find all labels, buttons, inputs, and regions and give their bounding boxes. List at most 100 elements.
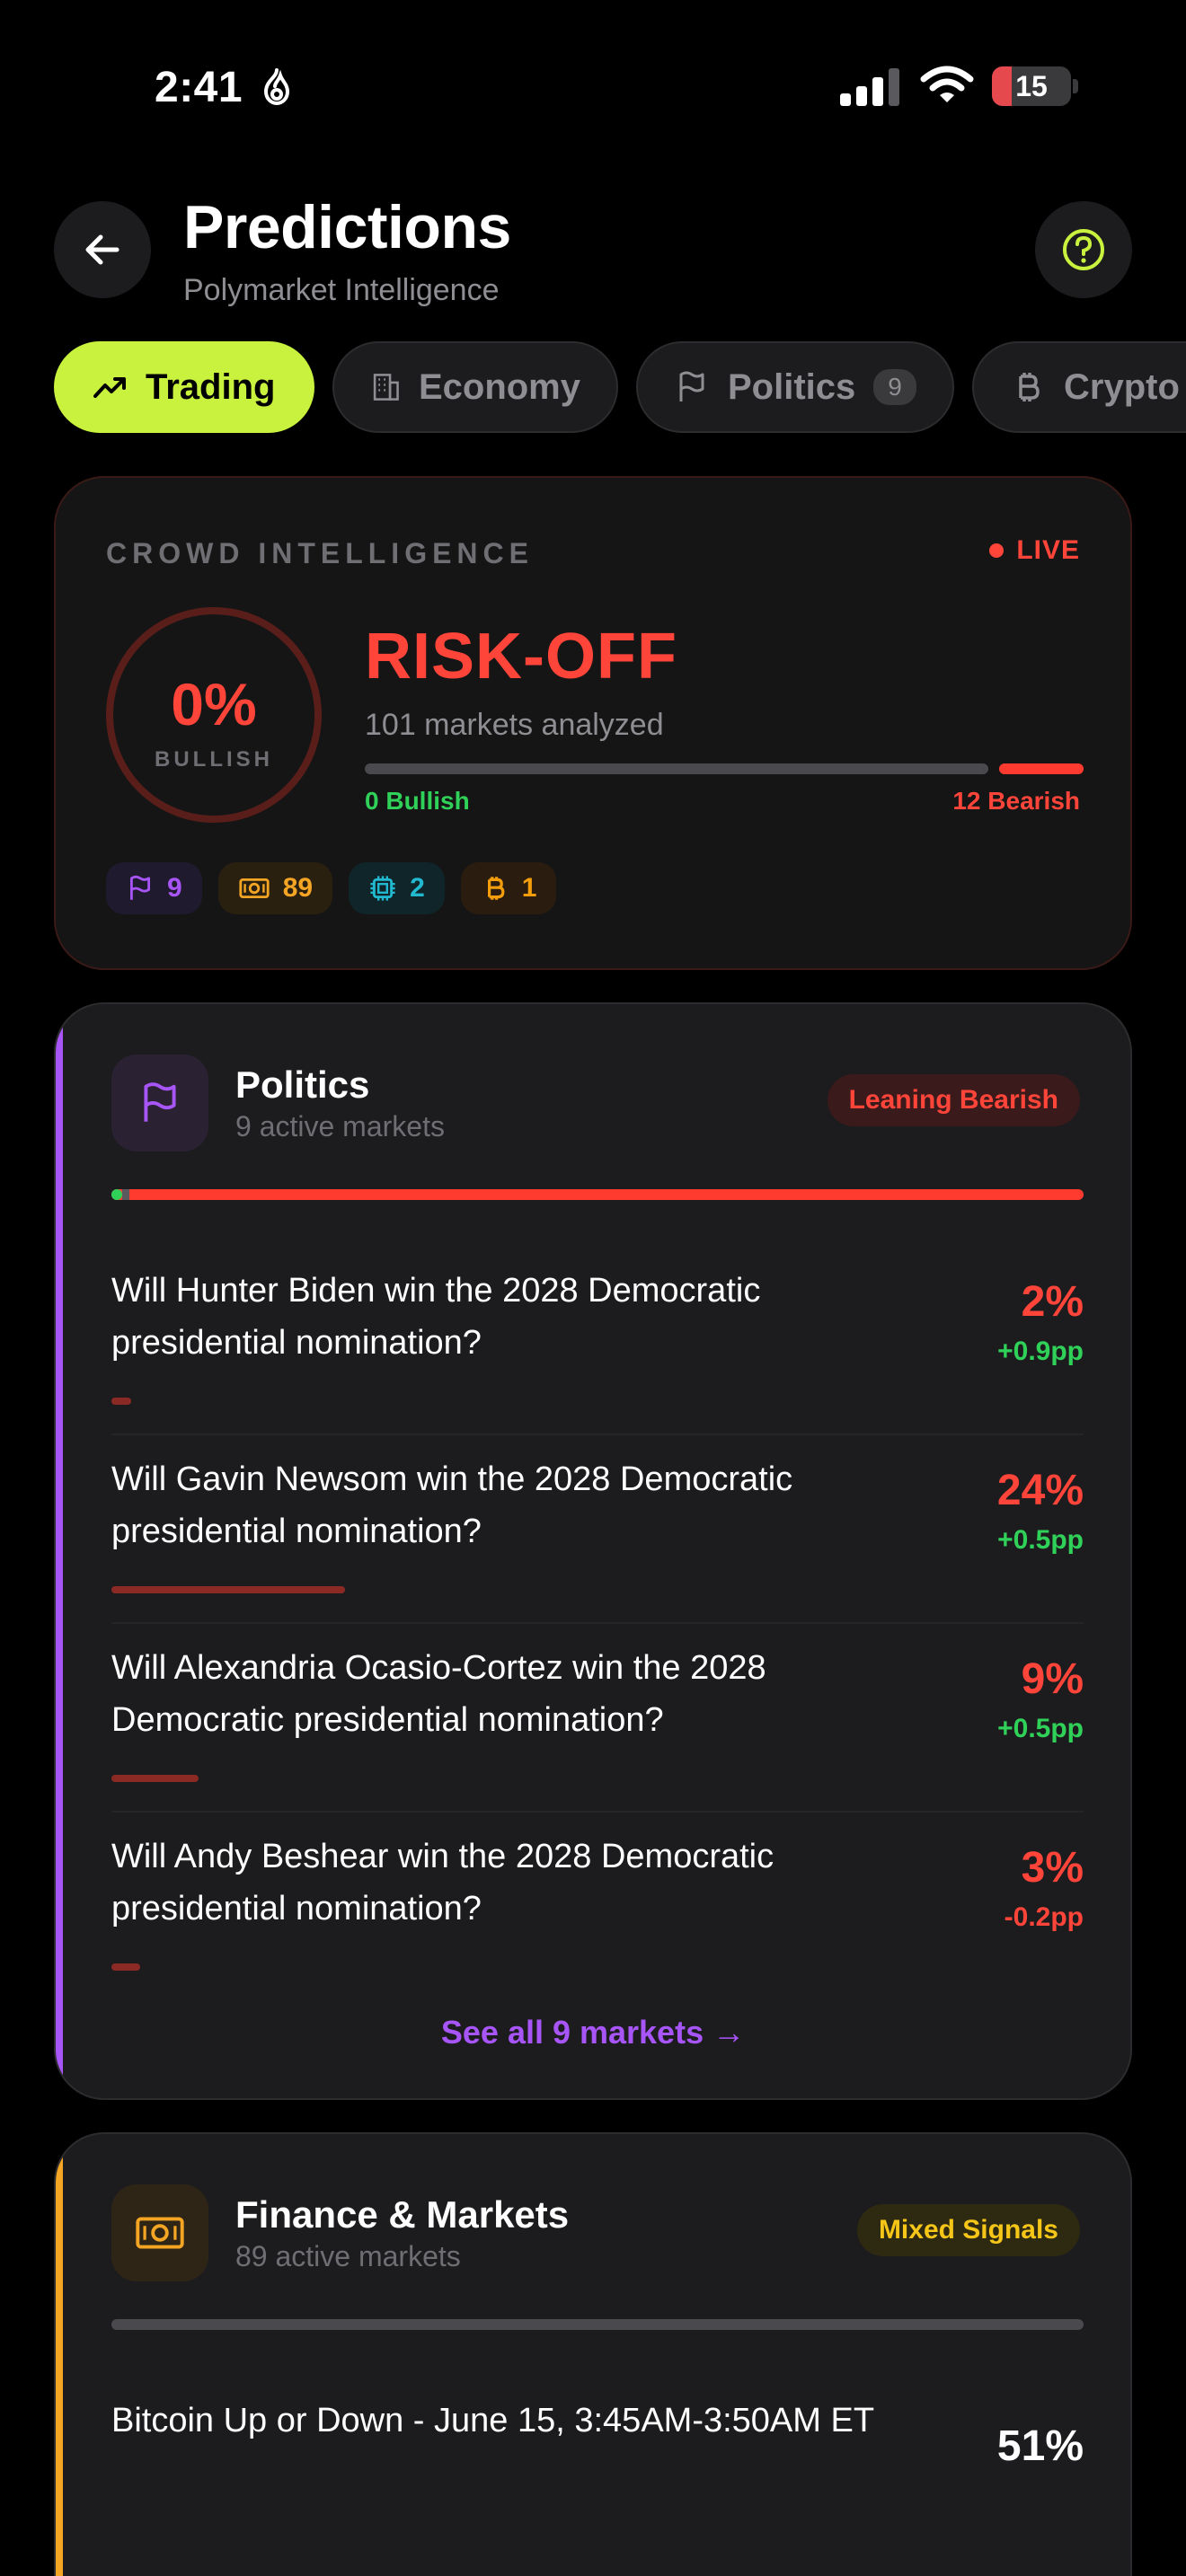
politics-title: Politics: [235, 1063, 370, 1106]
live-dot-icon: [989, 543, 1005, 558]
finance-icon-tile: [111, 2184, 208, 2281]
help-button[interactable]: [1035, 201, 1132, 298]
politics-bullish-segment: [111, 1189, 122, 1200]
market-change: +0.9pp: [997, 1337, 1084, 1366]
bitcoin-icon: [1019, 373, 1040, 401]
politics-sentiment-badge: Leaning Bearish: [827, 1074, 1080, 1126]
market-row[interactable]: Will Gavin Newsom win the 2028 Democrati…: [111, 1453, 1084, 1606]
bullish-label: BULLISH: [155, 747, 273, 772]
market-probability: 9%: [1021, 1655, 1084, 1703]
finance-accent-bar: [56, 2134, 63, 2576]
market-probability: 51%: [996, 2422, 1084, 2470]
bearish-count: 12 Bearish: [952, 787, 1080, 815]
see-all-markets-link[interactable]: See all 9 markets →: [56, 2014, 1130, 2051]
battery-indicator: 15: [992, 66, 1078, 106]
market-change: -0.2pp: [1004, 1902, 1084, 1932]
tab-label: Crypto: [1064, 366, 1180, 407]
market-probability-bar: [111, 1775, 199, 1782]
politics-card[interactable]: Politics 9 active markets Leaning Bearis…: [54, 1002, 1132, 2100]
tab-economy[interactable]: Economy: [332, 341, 618, 433]
category-chips: 9 89 2 1: [106, 862, 557, 914]
chip-finance[interactable]: 89: [217, 862, 333, 914]
finance-subtitle: 89 active markets: [235, 2240, 461, 2272]
finance-sentiment-bar: [111, 2319, 1084, 2330]
market-row[interactable]: Will Andy Beshear win the 2028 Democrati…: [111, 1831, 1084, 1983]
markets-analyzed: 101 markets analyzed: [365, 708, 664, 742]
crowd-intelligence-card: CROWD INTELLIGENCE LIVE 0% BULLISH RISK-…: [54, 476, 1132, 970]
market-verdict: RISK-OFF: [365, 621, 677, 693]
market-probability-bar: [111, 1398, 131, 1405]
market-question: Will Andy Beshear win the 2028 Democrati…: [111, 1838, 774, 1928]
crowd-intelligence-label: CROWD INTELLIGENCE: [106, 537, 534, 569]
bullish-gauge: 0% BULLISH: [106, 607, 322, 823]
live-indicator: LIVE: [989, 535, 1080, 566]
market-change: +0.5pp: [997, 1714, 1084, 1743]
tab-label: Trading: [146, 366, 276, 407]
tab-count-badge: 9: [873, 369, 916, 405]
tab-politics[interactable]: Politics 9: [636, 341, 954, 433]
tab-crypto[interactable]: Crypto: [972, 341, 1186, 433]
flag-icon: [130, 875, 150, 900]
politics-accent-bar: [56, 1004, 63, 2098]
market-probability: 2%: [1021, 1278, 1084, 1326]
bullish-count: 0 Bullish: [365, 787, 470, 815]
flag-icon: [144, 1082, 176, 1122]
market-question: Will Gavin Newsom win the 2028 Democrati…: [111, 1460, 793, 1550]
politics-neutral-segment: [122, 1189, 129, 1200]
bitcoin-icon: [487, 877, 505, 900]
status-time: 2:41: [155, 64, 243, 111]
chip-crypto[interactable]: 1: [460, 862, 557, 914]
chip-icon: [370, 876, 395, 901]
market-probability: 3%: [1021, 1844, 1084, 1892]
market-question: Will Hunter Biden win the 2028 Democrati…: [111, 1272, 761, 1362]
market-row[interactable]: Will Alexandria Ocasio-Cortez win the 20…: [111, 1642, 1084, 1795]
market-row[interactable]: Will Hunter Biden win the 2028 Democrati…: [111, 1265, 1084, 1417]
flag-icon: [679, 371, 704, 401]
politics-subtitle: 9 active markets: [235, 1110, 445, 1142]
live-label: LIVE: [1016, 535, 1080, 565]
divider: [111, 1811, 1084, 1813]
cellular-signal-icon: [840, 68, 899, 106]
sentiment-bar-bearish: [999, 763, 1084, 774]
page-title: Predictions: [183, 193, 511, 261]
chip-politics[interactable]: 9: [106, 862, 202, 914]
market-row[interactable]: Bitcoin Up or Down - June 15, 3:45AM-3:5…: [111, 2395, 1084, 2547]
status-bar: 2:41 15: [0, 0, 1186, 171]
politics-sentiment-bar: [111, 1189, 1084, 1200]
market-change: +0.5pp: [997, 1525, 1084, 1555]
category-tabs: Trading Economy Politics 9 Crypto: [54, 341, 1186, 435]
finance-sentiment-badge: Mixed Signals: [856, 2204, 1080, 2256]
politics-icon-tile: [111, 1054, 208, 1151]
tab-trading[interactable]: Trading: [54, 341, 314, 433]
divider: [111, 1622, 1084, 1624]
money-icon: [239, 878, 270, 898]
bullish-percent: 0%: [171, 671, 257, 737]
sentiment-bar: [365, 763, 1084, 774]
chip-count: 89: [282, 873, 314, 903]
market-question: Will Alexandria Ocasio-Cortez win the 20…: [111, 1649, 766, 1739]
battery-level: 15: [1015, 70, 1048, 102]
market-probability-bar: [111, 1963, 140, 1971]
tab-label: Economy: [418, 366, 580, 407]
market-probability: 24%: [996, 1467, 1084, 1514]
trending-up-icon: [93, 377, 126, 398]
chip-tech[interactable]: 2: [349, 862, 445, 914]
flame-icon: [263, 68, 290, 106]
question-circle-icon: [1063, 229, 1104, 270]
wifi-icon: [920, 66, 974, 102]
market-probability-bar: [111, 1586, 345, 1593]
back-button[interactable]: [54, 201, 151, 298]
sentiment-bar-neutral: [365, 763, 988, 774]
money-icon: [136, 2217, 184, 2249]
finance-title: Finance & Markets: [235, 2193, 570, 2236]
arrow-left-icon: [85, 234, 119, 265]
chip-count: 2: [410, 873, 425, 903]
finance-card[interactable]: Finance & Markets 89 active markets Mixe…: [54, 2132, 1132, 2576]
tab-label: Politics: [728, 366, 856, 407]
market-question: Bitcoin Up or Down - June 15, 3:45AM-3:5…: [111, 2402, 875, 2439]
divider: [111, 1434, 1084, 1435]
chip-count: 1: [521, 873, 537, 903]
building-icon: [373, 374, 399, 401]
chip-count: 9: [167, 873, 182, 903]
page-subtitle: Polymarket Intelligence: [183, 273, 500, 307]
